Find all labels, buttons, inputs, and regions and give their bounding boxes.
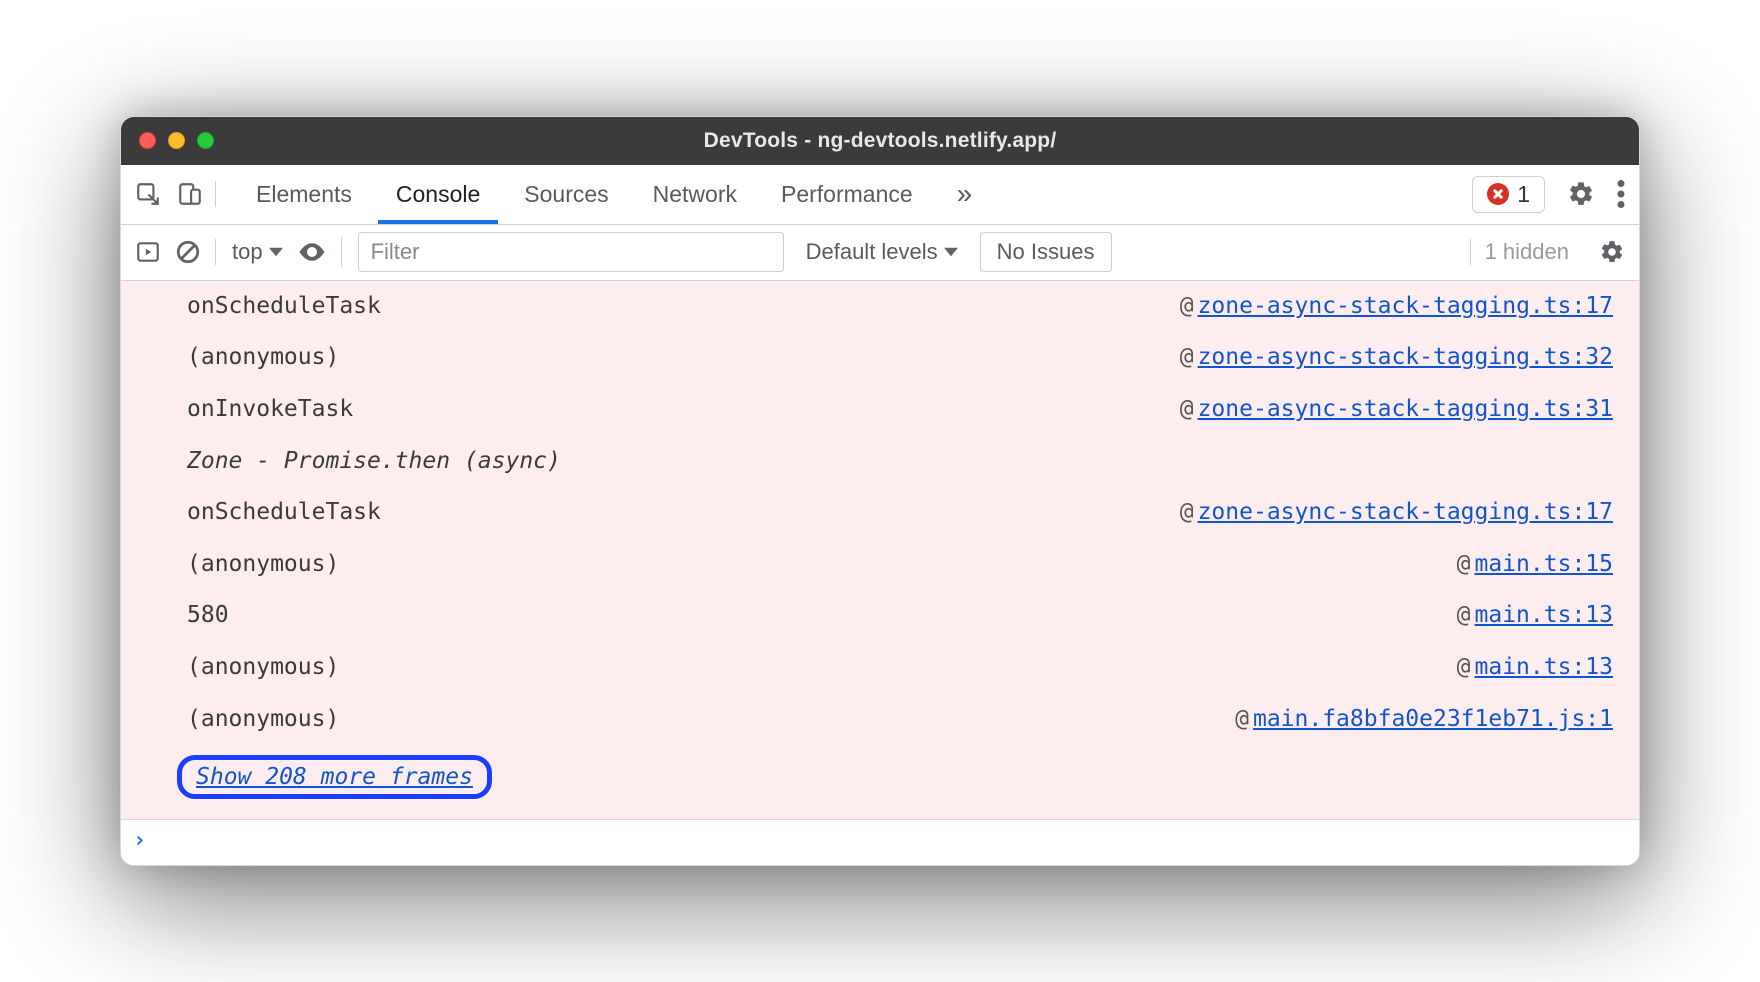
chevron-down-icon xyxy=(269,245,283,259)
window-minimize-button[interactable] xyxy=(168,132,185,149)
hidden-messages-count[interactable]: 1 hidden xyxy=(1470,239,1569,265)
at-symbol: @ xyxy=(1180,396,1198,422)
source-link[interactable]: zone-async-stack-tagging.ts:32 xyxy=(1198,344,1613,370)
stack-frame-source: @zone-async-stack-tagging.ts:31 xyxy=(1180,392,1613,428)
stack-frame-row: (anonymous) @zone-async-stack-tagging.ts:… xyxy=(121,332,1639,384)
devtools-window: DevTools - ng-devtools.netlify.app/ Elem… xyxy=(120,116,1640,867)
stack-frame-row: onScheduleTask @zone-async-stack-tagging.… xyxy=(121,281,1639,333)
at-symbol: @ xyxy=(1180,293,1198,319)
stack-frame-function: onInvokeTask xyxy=(187,392,353,428)
error-count-badge[interactable]: 1 xyxy=(1472,176,1545,213)
stack-frame-function: 580 xyxy=(187,598,229,634)
at-symbol: @ xyxy=(1457,602,1475,628)
prompt-chevron-icon: › xyxy=(133,828,146,853)
titlebar: DevTools - ng-devtools.netlify.app/ xyxy=(121,117,1639,165)
main-tabstrip: Elements Console Sources Network Perform… xyxy=(121,165,1639,225)
settings-gear-icon[interactable] xyxy=(1567,180,1595,208)
traffic-lights xyxy=(139,132,214,149)
at-symbol: @ xyxy=(1457,551,1475,577)
inspect-element-icon[interactable] xyxy=(135,181,161,207)
stack-frame-source: @zone-async-stack-tagging.ts:32 xyxy=(1180,340,1613,376)
error-count: 1 xyxy=(1517,181,1530,208)
stack-frame-source: @main.ts:13 xyxy=(1457,650,1613,686)
stack-frame-source: @zone-async-stack-tagging.ts:17 xyxy=(1180,289,1613,325)
stack-frame-source: @main.ts:13 xyxy=(1457,598,1613,634)
window-zoom-button[interactable] xyxy=(197,132,214,149)
source-link[interactable]: main.ts:13 xyxy=(1475,602,1613,628)
at-symbol: @ xyxy=(1457,654,1475,680)
stack-frame-row: (anonymous) @main.ts:13 xyxy=(121,642,1639,694)
source-link[interactable]: main.fa8bfa0e23f1eb71.js:1 xyxy=(1253,706,1613,732)
show-more-frames-highlight: Show 208 more frames xyxy=(177,755,492,799)
at-symbol: @ xyxy=(1235,706,1253,732)
stack-frame-function: (anonymous) xyxy=(187,340,339,376)
stack-frame-row: (anonymous) @main.ts:15 xyxy=(121,539,1639,591)
tab-performance[interactable]: Performance xyxy=(763,165,931,224)
stack-frame-source: @main.ts:15 xyxy=(1457,547,1613,583)
stack-frame-row: (anonymous) @main.fa8bfa0e23f1eb71.js:1 xyxy=(121,694,1639,746)
stack-frame-function: (anonymous) xyxy=(187,650,339,686)
error-icon xyxy=(1487,183,1509,205)
source-link[interactable]: main.ts:15 xyxy=(1475,551,1613,577)
kebab-menu-icon[interactable] xyxy=(1617,180,1625,208)
tab-network[interactable]: Network xyxy=(635,165,755,224)
console-filter-input[interactable] xyxy=(358,232,784,272)
stack-frame-function: onScheduleTask xyxy=(187,495,381,531)
stack-frame-row: 580 @main.ts:13 xyxy=(121,590,1639,642)
chevron-down-icon xyxy=(944,245,958,259)
tab-elements[interactable]: Elements xyxy=(238,165,370,224)
source-link[interactable]: main.ts:13 xyxy=(1475,654,1613,680)
console-prompt[interactable]: › xyxy=(121,819,1639,865)
window-close-button[interactable] xyxy=(139,132,156,149)
device-toolbar-icon[interactable] xyxy=(177,181,203,207)
stack-frame-function: onScheduleTask xyxy=(187,289,381,325)
show-more-frames-link[interactable]: Show 208 more frames xyxy=(196,764,473,790)
console-sidebar-toggle-icon[interactable] xyxy=(135,239,161,265)
stack-frame-row: onInvokeTask @zone-async-stack-tagging.ts… xyxy=(121,384,1639,436)
stack-frame-row: onScheduleTask @zone-async-stack-tagging.… xyxy=(121,487,1639,539)
tab-sources[interactable]: Sources xyxy=(506,165,626,224)
console-toolbar: top Default levels No Issues 1 hidden xyxy=(121,225,1639,281)
source-link[interactable]: zone-async-stack-tagging.ts:17 xyxy=(1198,499,1613,525)
async-divider-label: Zone - Promise.then (async) xyxy=(187,444,561,480)
clear-console-icon[interactable] xyxy=(175,239,201,265)
stack-frame-function: (anonymous) xyxy=(187,547,339,583)
stack-frame-function: (anonymous) xyxy=(187,702,339,738)
live-expression-icon[interactable] xyxy=(297,237,327,267)
console-output: onScheduleTask@zone-async-stack-tagging.… xyxy=(121,281,1639,820)
console-settings-gear-icon[interactable] xyxy=(1599,239,1625,265)
at-symbol: @ xyxy=(1180,344,1198,370)
stack-frame-row: Zone - Promise.then (async) xyxy=(121,436,1639,488)
source-link[interactable]: zone-async-stack-tagging.ts:31 xyxy=(1198,396,1613,422)
tab-console[interactable]: Console xyxy=(378,165,498,224)
window-title: DevTools - ng-devtools.netlify.app/ xyxy=(121,129,1639,153)
stack-frame-source: @main.fa8bfa0e23f1eb71.js:1 xyxy=(1235,702,1613,738)
tabs-overflow[interactable]: » xyxy=(939,165,991,224)
at-symbol: @ xyxy=(1180,499,1198,525)
source-link[interactable]: zone-async-stack-tagging.ts:17 xyxy=(1198,293,1613,319)
stack-frame-source: @zone-async-stack-tagging.ts:17 xyxy=(1180,495,1613,531)
issues-button[interactable]: No Issues xyxy=(980,232,1112,272)
execution-context-selector[interactable]: top xyxy=(232,239,283,265)
log-levels-selector[interactable]: Default levels xyxy=(800,239,964,265)
